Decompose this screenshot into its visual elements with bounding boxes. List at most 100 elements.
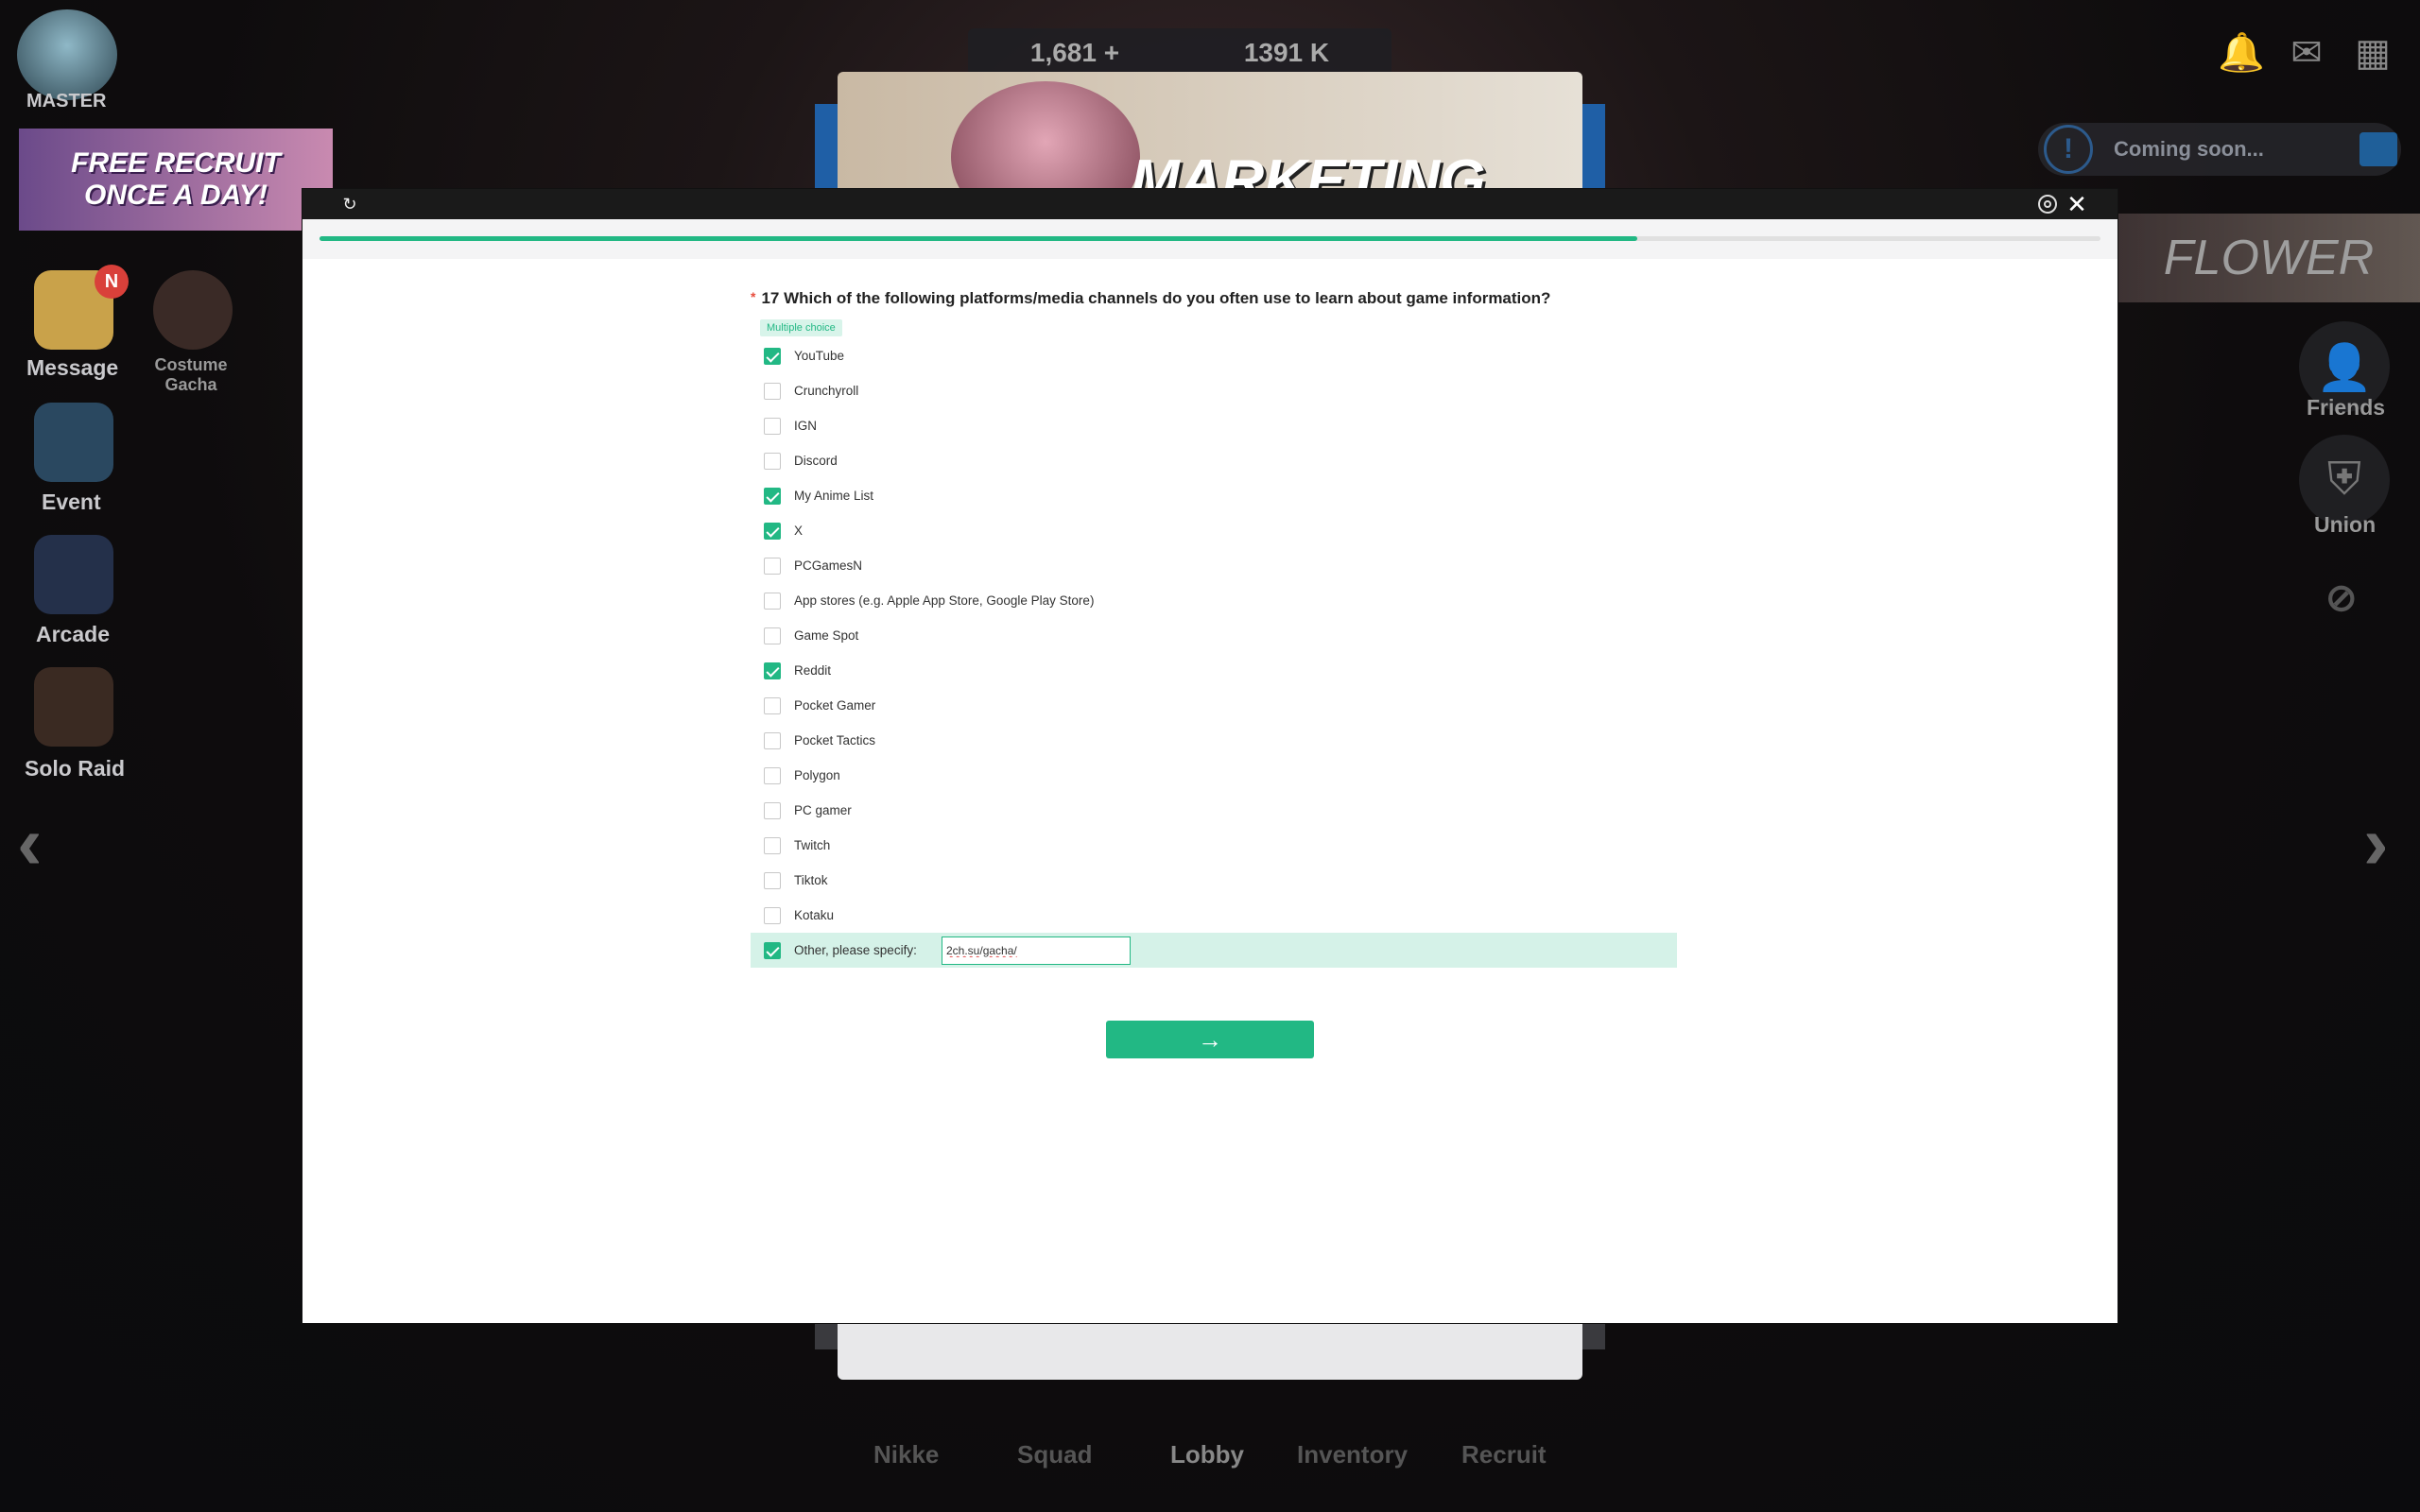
option-row[interactable]: PCGamesN xyxy=(751,548,1677,583)
option-label: IGN xyxy=(794,419,818,433)
next-button[interactable]: → xyxy=(1106,1021,1314,1058)
coming-soon-text: Coming soon... xyxy=(2114,137,2264,161)
option-checkbox[interactable] xyxy=(764,802,781,819)
option-label: Polygon xyxy=(794,768,840,782)
info-icon: ! xyxy=(2044,125,2093,174)
pass-banner-text: FLOWER xyxy=(2163,231,2375,285)
option-row[interactable]: YouTube xyxy=(751,338,1677,373)
option-checkbox[interactable] xyxy=(764,907,781,924)
marketing-bottom-panel xyxy=(838,1321,1582,1380)
option-row[interactable]: Crunchyroll xyxy=(751,373,1677,408)
menu-arcade-label: Arcade xyxy=(36,622,110,646)
option-checkbox[interactable] xyxy=(764,558,781,575)
option-checkbox[interactable] xyxy=(764,348,781,365)
solo-raid-icon[interactable] xyxy=(34,667,113,747)
question-number: 17 xyxy=(761,289,780,307)
reload-icon[interactable]: ↻ xyxy=(340,195,359,214)
nav-inventory[interactable]: Inventory xyxy=(1297,1440,1408,1469)
question-title: * 17 Which of the following platforms/med… xyxy=(751,289,1550,308)
flower-pass-banner[interactable]: FLOWER xyxy=(2118,214,2420,302)
event-icon[interactable] xyxy=(34,403,113,482)
option-checkbox[interactable] xyxy=(764,593,781,610)
option-row[interactable]: PC gamer xyxy=(751,793,1677,828)
costume-gacha-icon[interactable] xyxy=(153,270,233,350)
option-row[interactable]: Tiktok xyxy=(751,863,1677,898)
other-specify-input[interactable] xyxy=(942,936,1131,965)
gems-count[interactable]: 1,681 + xyxy=(1030,38,1119,68)
option-label: Crunchyroll xyxy=(794,384,859,398)
option-checkbox[interactable] xyxy=(764,837,781,854)
browser-icon[interactable] xyxy=(2038,195,2057,214)
option-row[interactable]: Reddit xyxy=(751,653,1677,688)
option-label: App stores (e.g. Apple App Store, Google… xyxy=(794,593,1095,608)
option-checkbox[interactable] xyxy=(764,383,781,400)
option-row[interactable]: Pocket Tactics xyxy=(751,723,1677,758)
left-arrow-icon[interactable]: ‹ xyxy=(17,799,43,886)
bell-icon[interactable]: 🔔 xyxy=(2218,34,2265,72)
close-icon[interactable]: ✕ xyxy=(2065,191,2089,217)
menu-costume-gacha-label: Costume Gacha xyxy=(154,355,228,394)
menu-solo-raid-label: Solo Raid xyxy=(25,756,126,781)
option-checkbox[interactable] xyxy=(764,488,781,505)
option-checkbox[interactable] xyxy=(764,523,781,540)
menu-event-label: Event xyxy=(42,490,101,514)
recruit-banner-line-2: ONCE A DAY! xyxy=(84,180,268,211)
option-checkbox[interactable] xyxy=(764,732,781,749)
nav-squad[interactable]: Squad xyxy=(1017,1440,1092,1469)
option-row[interactable]: Twitch xyxy=(751,828,1677,863)
option-checkbox[interactable] xyxy=(764,418,781,435)
option-row[interactable]: Kotaku xyxy=(751,898,1677,933)
hide-ui-icon[interactable]: ⊘ xyxy=(2325,576,2358,620)
option-checkbox[interactable] xyxy=(764,697,781,714)
option-label: PCGamesN xyxy=(794,558,863,573)
option-label: PC gamer xyxy=(794,803,852,817)
option-label: YouTube xyxy=(794,349,845,363)
nav-recruit[interactable]: Recruit xyxy=(1461,1440,1547,1469)
mail-icon[interactable]: ✉ xyxy=(2288,34,2325,72)
player-avatar[interactable] xyxy=(17,9,117,100)
character-artwork xyxy=(951,81,1140,189)
question-text: Which of the following platforms/media c… xyxy=(784,289,1551,307)
coming-soon-bar: ! Coming soon... xyxy=(2038,123,2401,176)
survey-modal: ↻ ✕ * 17 Which of the following platforms… xyxy=(302,189,2118,1323)
free-recruit-banner[interactable]: FREE RECRUIT ONCE A DAY! xyxy=(19,129,333,231)
arcade-icon[interactable] xyxy=(34,535,113,614)
nav-nikke[interactable]: Nikke xyxy=(873,1440,939,1469)
option-checkbox[interactable] xyxy=(764,662,781,679)
option-row[interactable]: Game Spot xyxy=(751,618,1677,653)
marketing-title: MARKETING xyxy=(1131,148,1486,189)
option-checkbox[interactable] xyxy=(764,453,781,470)
option-row[interactable]: IGN xyxy=(751,408,1677,443)
option-checkbox[interactable] xyxy=(764,627,781,644)
menu-union-label: Union xyxy=(2314,512,2377,537)
option-checkbox[interactable] xyxy=(764,767,781,784)
menu-friends-label: Friends xyxy=(2307,395,2386,420)
option-row[interactable]: Discord xyxy=(751,443,1677,478)
progress-fill xyxy=(320,236,1638,241)
option-label: Tiktok xyxy=(794,873,828,887)
option-row[interactable]: My Anime List xyxy=(751,478,1677,513)
nav-lobby[interactable]: Lobby xyxy=(1170,1440,1244,1469)
progress-bar xyxy=(320,236,2100,241)
option-label: My Anime List xyxy=(794,489,874,503)
option-label: X xyxy=(794,524,804,538)
marketing-frame-left xyxy=(815,104,838,189)
option-row-other[interactable]: Other, please specify: xyxy=(751,933,1677,968)
option-label-other: Other, please specify: xyxy=(794,943,917,957)
marketing-banner: MARKETING xyxy=(838,72,1582,189)
option-row[interactable]: Pocket Gamer xyxy=(751,688,1677,723)
option-label: Pocket Gamer xyxy=(794,698,876,713)
option-row[interactable]: Polygon xyxy=(751,758,1677,793)
option-checkbox-other[interactable] xyxy=(764,942,781,959)
option-label: Pocket Tactics xyxy=(794,733,876,747)
option-label: Game Spot xyxy=(794,628,859,643)
multiple-choice-badge: Multiple choice xyxy=(760,319,842,336)
arrow-right-icon[interactable] xyxy=(2360,132,2397,166)
grid-menu-icon[interactable]: ▦ xyxy=(2354,34,2392,72)
option-checkbox[interactable] xyxy=(764,872,781,889)
option-row[interactable]: App stores (e.g. Apple App Store, Google… xyxy=(751,583,1677,618)
menu-message-label: Message xyxy=(26,355,119,380)
recruit-banner-line-1: FREE RECRUIT xyxy=(71,147,281,179)
option-row[interactable]: X xyxy=(751,513,1677,548)
right-arrow-icon[interactable]: › xyxy=(2363,799,2389,886)
